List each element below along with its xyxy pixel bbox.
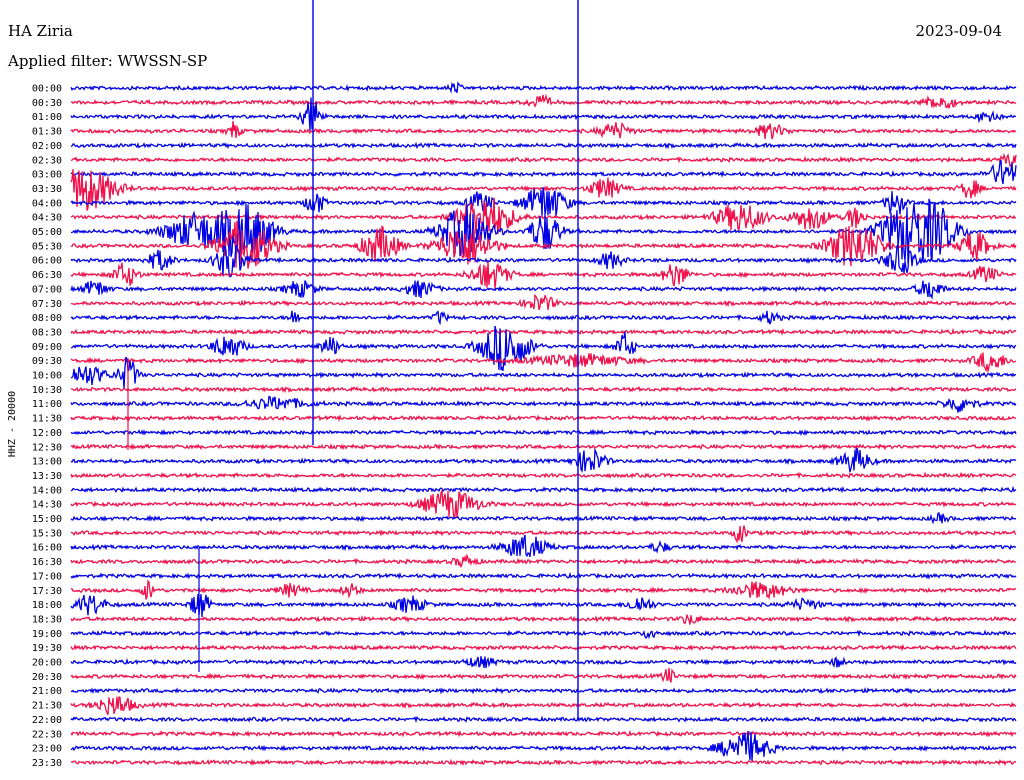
trace-row — [70, 187, 1017, 216]
row-time-label: 12:30 — [32, 442, 62, 453]
trace-row — [70, 395, 1017, 413]
trace-row — [70, 594, 1017, 618]
trace-row — [70, 614, 1017, 625]
trace-row — [70, 120, 1017, 140]
row-time-label: 19:00 — [32, 629, 62, 640]
trace-row — [70, 447, 1017, 474]
trace-row — [70, 534, 1017, 558]
trace-row — [70, 414, 1017, 422]
trace-row — [70, 571, 1017, 580]
row-time-label: 06:30 — [32, 270, 62, 281]
trace-row — [70, 152, 1017, 168]
trace-row — [70, 428, 1017, 437]
row-time-label: 21:00 — [32, 686, 62, 697]
row-time-label: 23:00 — [32, 744, 62, 755]
row-time-label: 14:30 — [32, 500, 62, 511]
row-time-label: 09:00 — [32, 342, 62, 353]
row-time-label: 12:00 — [32, 428, 62, 439]
row-time-label: 21:30 — [32, 701, 62, 712]
trace-row — [70, 293, 1017, 311]
trace-row — [70, 629, 1017, 640]
trace-row — [70, 643, 1017, 652]
row-time-label: 01:30 — [32, 127, 62, 138]
trace-row — [70, 81, 1017, 94]
trace-row — [70, 656, 1017, 669]
row-time-label: 11:00 — [32, 399, 62, 410]
trace-group — [70, 81, 1017, 767]
trace-row — [70, 93, 1017, 109]
trace-row — [70, 159, 1017, 185]
row-time-label: 06:00 — [32, 256, 62, 267]
row-time-label: 15:30 — [32, 528, 62, 539]
trace-row — [70, 243, 1017, 278]
row-time-label: 08:30 — [32, 327, 62, 338]
row-time-label: 23:30 — [32, 758, 62, 769]
row-time-label: 20:00 — [32, 658, 62, 669]
row-time-label: 02:00 — [32, 141, 62, 152]
row-time-label: 00:00 — [32, 84, 62, 95]
row-time-label: 14:00 — [32, 485, 62, 496]
trace-row — [70, 198, 1017, 264]
row-time-label: 11:30 — [32, 414, 62, 425]
row-time-label: 10:00 — [32, 371, 62, 382]
row-time-label: 09:30 — [32, 356, 62, 367]
trace-row — [70, 471, 1017, 480]
trace-row — [70, 310, 1017, 326]
row-time-label: 22:30 — [32, 729, 62, 740]
row-time-label: 01:00 — [32, 112, 62, 123]
row-time-label: 20:30 — [32, 672, 62, 683]
row-time-label: 04:30 — [32, 213, 62, 224]
row-time-label: 07:00 — [32, 284, 62, 295]
row-time-label: 03:30 — [32, 184, 62, 195]
trace-row — [70, 488, 1017, 519]
row-time-label: 02:30 — [32, 155, 62, 166]
row-time-label: 07:30 — [32, 299, 62, 310]
trace-row — [70, 758, 1017, 767]
trace-row — [70, 220, 1017, 269]
trace-row — [70, 485, 1017, 494]
y-axis-label: HHZ - 20000 — [7, 391, 18, 457]
trace-row — [70, 327, 1017, 336]
trace-row — [70, 729, 1017, 738]
trace-row — [70, 715, 1017, 724]
row-time-label: 22:00 — [32, 715, 62, 726]
helicorder-plot: 00:00 00:30 01:00 01:30 02:00 02:30 03:00 03:30… — [7, 0, 1017, 769]
trace-row — [70, 442, 1017, 451]
row-time-label: 08:00 — [32, 313, 62, 324]
trace-row — [70, 667, 1017, 683]
trace-row — [70, 553, 1017, 569]
trace-row — [70, 696, 1017, 716]
row-time-label: 18:00 — [32, 600, 62, 611]
row-time-label: 16:00 — [32, 543, 62, 554]
row-time-label: 17:00 — [32, 571, 62, 582]
trace-row — [70, 280, 1017, 300]
row-time-label: 05:30 — [32, 241, 62, 252]
row-time-label: 17:30 — [32, 586, 62, 597]
row-time-label: 19:30 — [32, 643, 62, 654]
row-time-label: 05:00 — [32, 227, 62, 238]
row-time-label: 13:00 — [32, 457, 62, 468]
row-time-label: 10:30 — [32, 385, 62, 396]
row-time-label: 04:00 — [32, 198, 62, 209]
trace-row — [70, 686, 1017, 695]
trace-row — [70, 512, 1017, 525]
row-time-label: 13:30 — [32, 471, 62, 482]
row-time-label: 00:30 — [32, 98, 62, 109]
trace-row — [70, 352, 1017, 373]
row-time-label: 18:30 — [32, 614, 62, 625]
trace-row — [70, 141, 1017, 150]
trace-row — [70, 525, 1017, 544]
trace-row — [70, 730, 1017, 762]
trace-row — [70, 579, 1017, 601]
trace-row — [70, 385, 1017, 394]
time-labels: 00:00 00:30 01:00 01:30 02:00 02:30 03:00 03:30… — [32, 84, 62, 769]
row-time-label: 03:00 — [32, 170, 62, 181]
row-time-label: 15:00 — [32, 514, 62, 525]
row-time-label: 16:30 — [32, 557, 62, 568]
